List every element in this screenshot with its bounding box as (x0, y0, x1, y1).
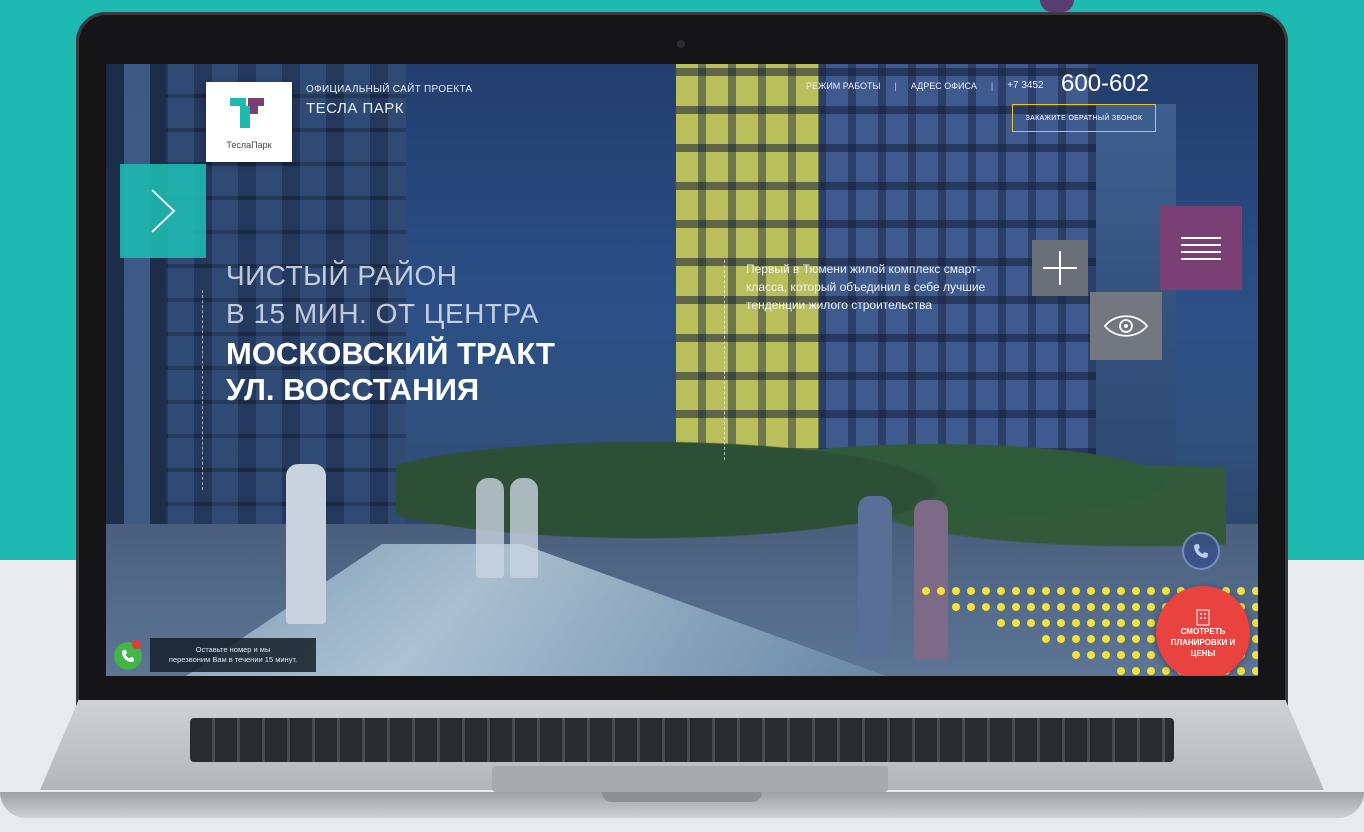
logo-text: ТеслаПарк (226, 140, 272, 150)
cta-line-2: ПЛАНИРОВКИ И (1170, 637, 1236, 647)
building-icon (1196, 608, 1210, 626)
laptop-notch (602, 792, 762, 802)
nav-link-work-hours[interactable]: РЕЖИМ РАБОТЫ (806, 81, 880, 91)
background-accent (1040, 0, 1074, 12)
hero-line-3: МОСКОВСКИЙ ТРАКТ (226, 336, 555, 371)
call-button[interactable] (1182, 532, 1220, 570)
laptop-keyboard (190, 718, 1174, 762)
hamburger-menu-icon (1181, 237, 1221, 260)
callback-widget-message[interactable]: Оставьте номер и мы перезвоним Вам в теч… (150, 638, 316, 672)
nav-separator: | (990, 80, 994, 91)
hero-line-4: УЛ. ВОССТАНИЯ (226, 372, 480, 407)
hero-divider (202, 290, 203, 490)
view-button[interactable] (1090, 292, 1162, 360)
description-divider (724, 260, 725, 460)
callback-button[interactable]: ЗАКАЖИТЕ ОБРАТНЫЙ ЗВОНОК (1012, 104, 1156, 132)
logo-mark-icon (230, 98, 264, 128)
phone-number[interactable]: 600-602 (1061, 70, 1149, 98)
laptop-screen: ТеслаПарк ОФИЦИАЛЬНЫЙ САЙТ ПРОЕКТА ТЕСЛА… (106, 64, 1258, 676)
scene-person (510, 478, 538, 578)
plus-button[interactable] (1032, 240, 1088, 296)
plus-icon (1043, 251, 1077, 285)
phone-icon (122, 650, 134, 662)
nav-link-office-address[interactable]: АДРЕС ОФИСА (911, 81, 977, 91)
notification-badge (132, 640, 141, 649)
phone-icon (1194, 544, 1208, 558)
next-slide-button[interactable] (120, 164, 206, 258)
project-name: ТЕСЛА ПАРК (306, 100, 405, 117)
site-label: ОФИЦИАЛЬНЫЙ САЙТ ПРОЕКТА (306, 84, 473, 95)
logo[interactable]: ТеслаПарк (206, 82, 292, 162)
phone-prefix[interactable]: +7 3452 (1007, 80, 1043, 91)
chevron-right-icon (151, 189, 176, 233)
top-navigation: РЕЖИМ РАБОТЫ | АДРЕС ОФИСА | +7 3452 (806, 80, 1044, 91)
hero-line-2: В 15 МИН. ОТ ЦЕНТРА (226, 298, 539, 329)
cta-line-3: ЦЕНЫ (1190, 648, 1216, 658)
webcam (677, 40, 685, 48)
hero-line-1: ЧИСТЫЙ РАЙОН (226, 260, 458, 291)
laptop-trackpad (492, 766, 888, 792)
view-plans-button[interactable]: СМОТРЕТЬ ПЛАНИРОВКИ И ЦЕНЫ (1156, 586, 1250, 676)
project-description: Первый в Тюмени жилой комплекс смарт-кла… (746, 262, 986, 312)
scene-person (286, 464, 326, 624)
nav-separator: | (894, 80, 897, 91)
cta-line-1: СМОТРЕТЬ (1180, 626, 1226, 636)
menu-button[interactable] (1160, 206, 1242, 290)
callback-widget-line-2: перезвоним Вам в течении 15 минут. (168, 655, 298, 664)
callback-widget-line-1: Оставьте номер и мы (195, 645, 271, 654)
scene-person (476, 478, 504, 578)
eye-icon (1103, 315, 1149, 337)
